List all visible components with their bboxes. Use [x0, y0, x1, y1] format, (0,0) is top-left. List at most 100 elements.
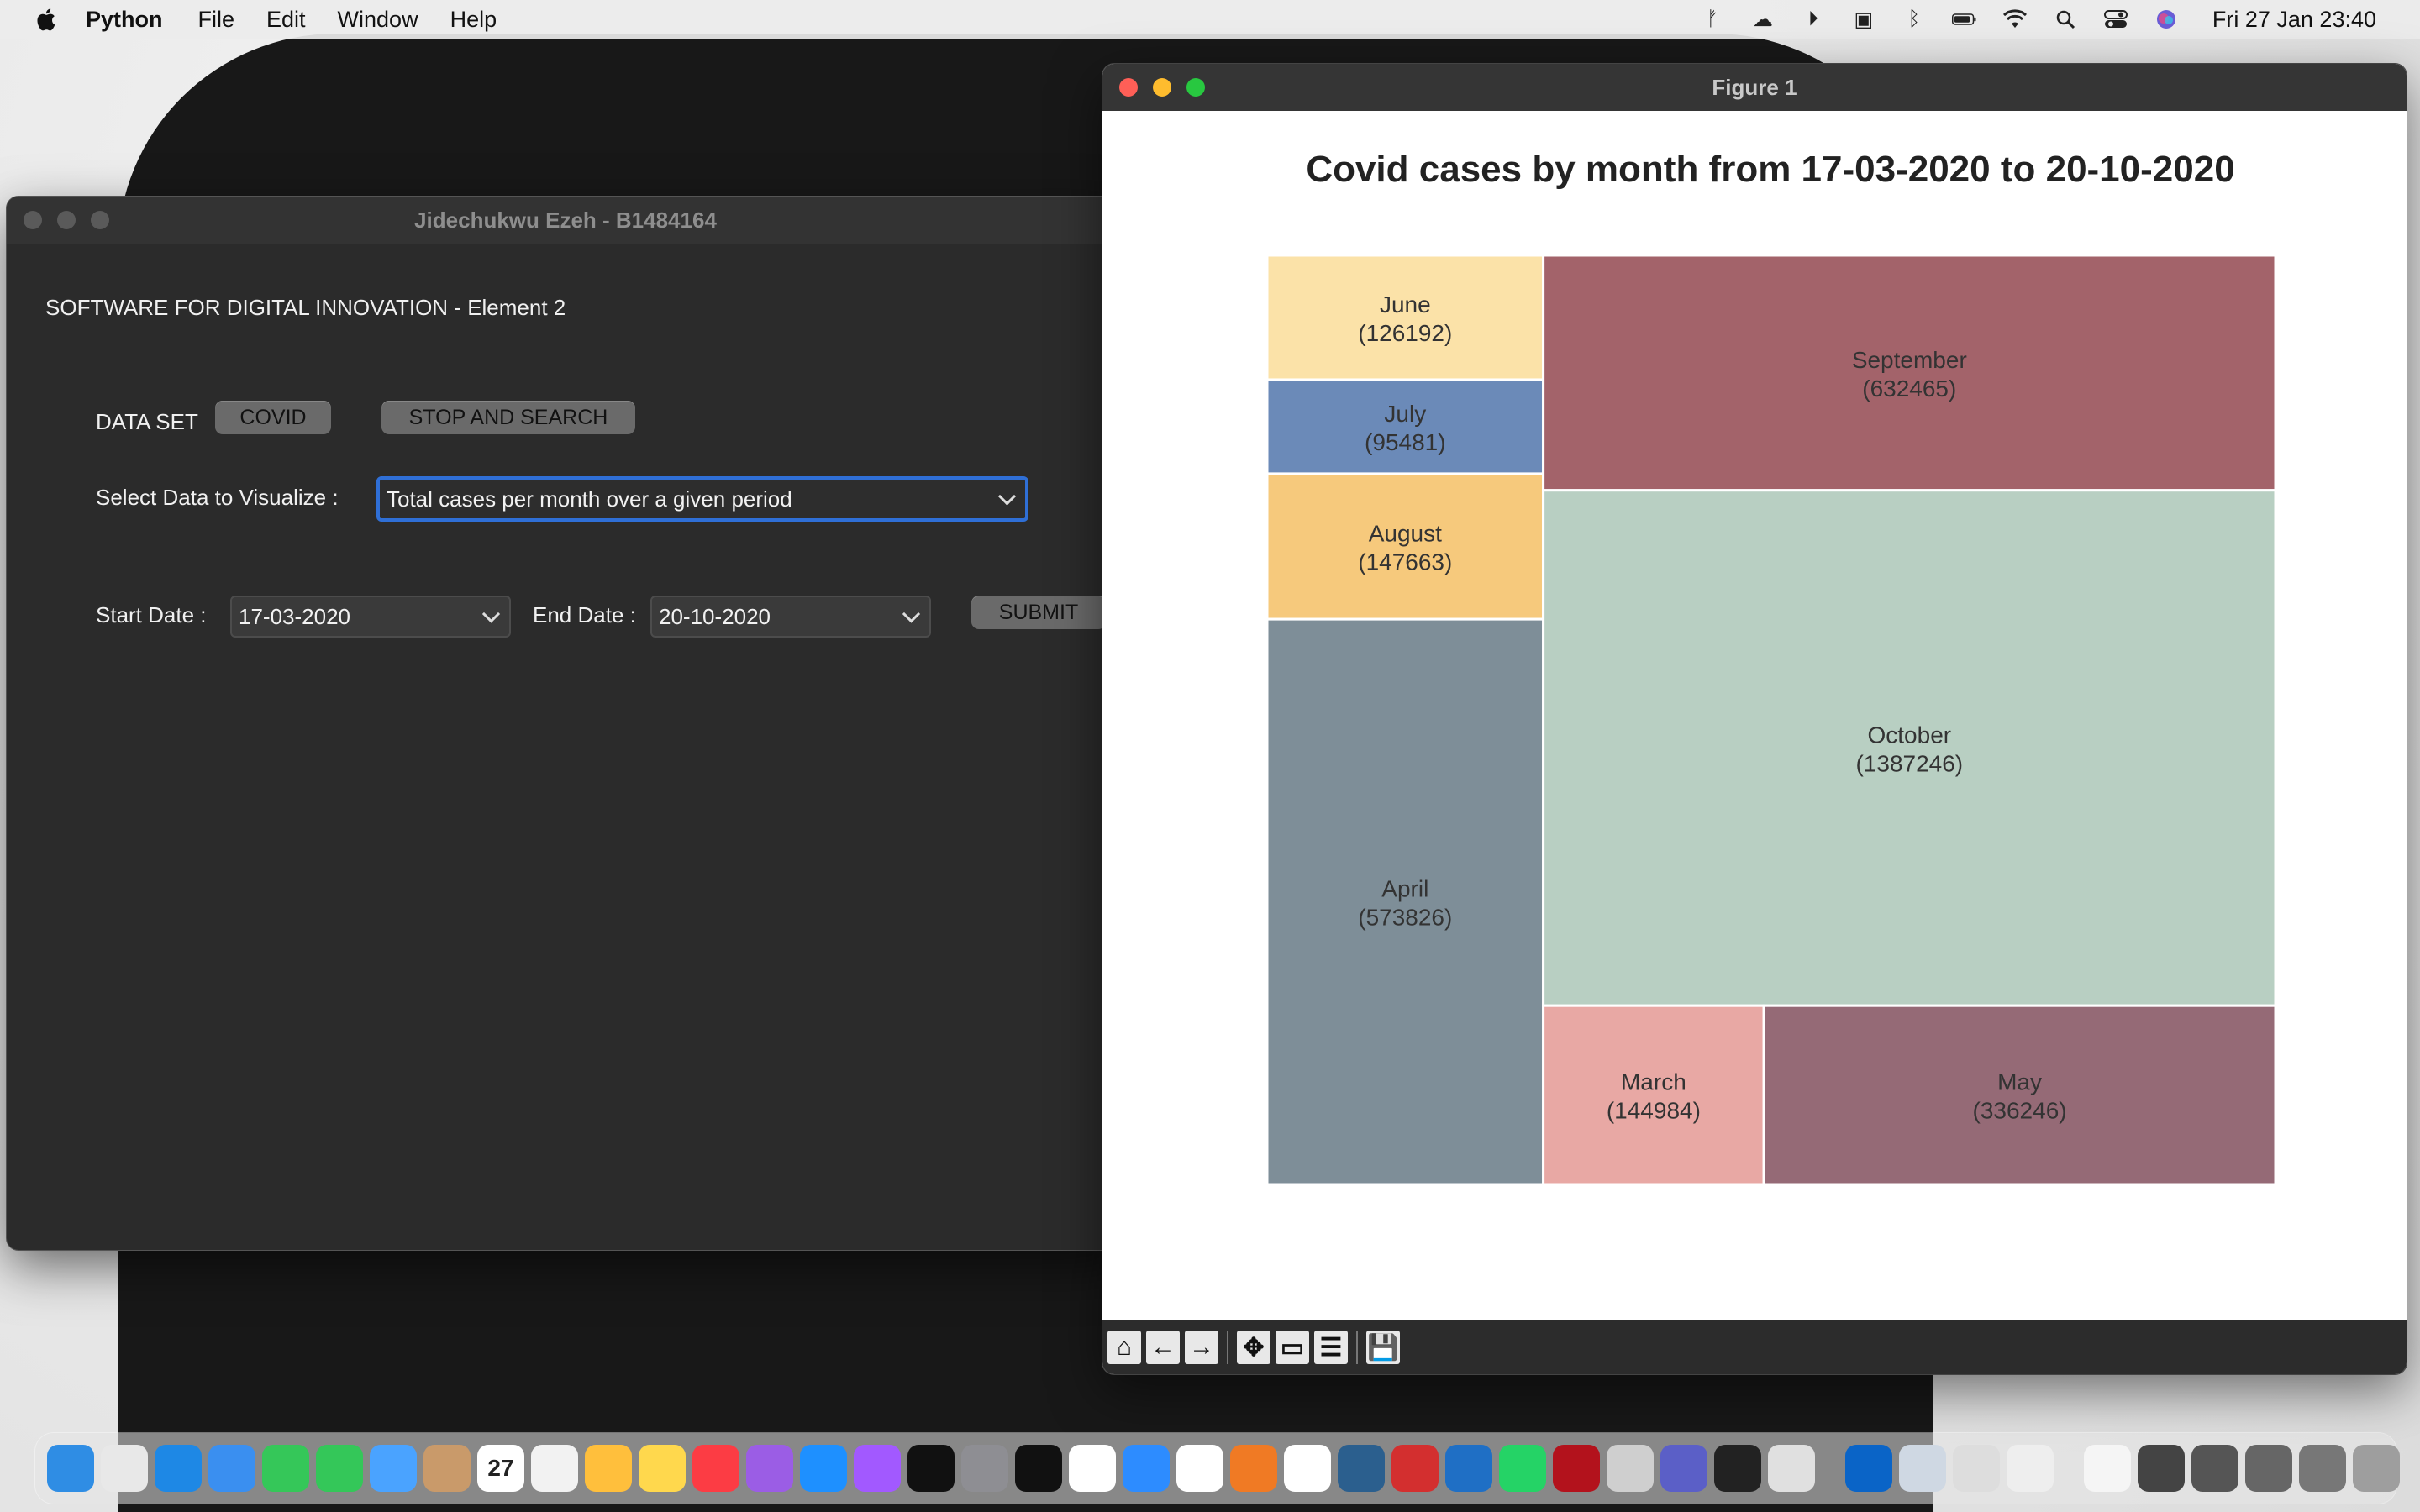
- whatsapp-icon[interactable]: [1499, 1445, 1546, 1492]
- outlook-icon[interactable]: [1845, 1445, 1892, 1492]
- feedback-icon[interactable]: [854, 1445, 901, 1492]
- treemap-label-july: July: [1384, 401, 1426, 427]
- submit-button[interactable]: SUBMIT: [971, 596, 1106, 629]
- chevron-down-icon: [481, 605, 501, 623]
- pages-icon[interactable]: [1230, 1445, 1277, 1492]
- screen-icon[interactable]: ▣: [1851, 8, 1876, 31]
- figure-window-titlebar[interactable]: Figure 1: [1102, 64, 2407, 112]
- toolbar-separator: [1356, 1331, 1358, 1364]
- treemap-label-october: October: [1868, 722, 1952, 748]
- status-area: ᚠ ☁ ⏵ ▣ ᛒ Fri 27 Jan 23:40: [1700, 0, 2376, 39]
- figma-status-icon[interactable]: ᚠ: [1700, 8, 1725, 30]
- menu-help[interactable]: Help: [450, 7, 497, 33]
- podcasts-icon[interactable]: [746, 1445, 793, 1492]
- cloud-weather-icon[interactable]: ☁: [1750, 8, 1776, 31]
- siri-icon[interactable]: [2154, 8, 2179, 30]
- data-visualize-select[interactable]: Total cases per month over a given perio…: [376, 476, 1028, 522]
- notes-icon[interactable]: [639, 1445, 686, 1492]
- document-icon[interactable]: [2084, 1445, 2131, 1492]
- activity-icon[interactable]: [1714, 1445, 1761, 1492]
- home-icon[interactable]: ⌂: [1107, 1331, 1141, 1364]
- end-date-select[interactable]: 20-10-2020: [650, 596, 931, 638]
- finder-window-icon[interactable]: [1953, 1445, 2000, 1492]
- menu-app-name[interactable]: Python: [86, 7, 163, 33]
- treemap-label-june: June: [1380, 291, 1431, 318]
- spotlight-search-icon[interactable]: [2053, 8, 2078, 30]
- app-heading: SOFTWARE FOR DIGITAL INNOVATION - Elemen…: [45, 295, 566, 320]
- window-thumb-3-icon[interactable]: [2245, 1445, 2292, 1492]
- battery-icon[interactable]: [1951, 8, 1977, 30]
- forward-arrow-icon[interactable]: →: [1185, 1331, 1218, 1364]
- play-circle-icon[interactable]: ⏵: [1801, 8, 1826, 30]
- window-thumb-4-icon[interactable]: [2299, 1445, 2346, 1492]
- mysql-icon[interactable]: [1338, 1445, 1385, 1492]
- tv-icon[interactable]: [908, 1445, 955, 1492]
- calendar-icon[interactable]: 27: [477, 1445, 524, 1492]
- system-settings-icon[interactable]: [961, 1445, 1008, 1492]
- treemap-value-august: (147663): [1358, 549, 1452, 575]
- preview-icon[interactable]: [1899, 1445, 1946, 1492]
- start-date-value: 17-03-2020: [239, 603, 350, 629]
- apple-menu-icon[interactable]: [34, 7, 57, 32]
- control-center-icon[interactable]: [2103, 8, 2128, 30]
- menubar-clock[interactable]: Fri 27 Jan 23:40: [2212, 7, 2376, 33]
- figure-toolbar: ⌂ ← → ✥ ▭ ☰ 💾: [1102, 1320, 2407, 1374]
- figma-icon[interactable]: [1069, 1445, 1116, 1492]
- parallels-desktop-icon[interactable]: [1768, 1445, 1815, 1492]
- window-thumb-2-icon[interactable]: [2191, 1445, 2238, 1492]
- configure-subplots-icon[interactable]: ☰: [1314, 1331, 1348, 1364]
- dock: 27: [35, 1433, 2400, 1504]
- treemap-label-may: May: [1997, 1069, 2042, 1095]
- photos-icon[interactable]: [585, 1445, 632, 1492]
- vscode-icon[interactable]: [1445, 1445, 1492, 1492]
- trash-icon[interactable]: [2353, 1445, 2400, 1492]
- chrome-icon[interactable]: [1284, 1445, 1331, 1492]
- parallels-icon[interactable]: [1392, 1445, 1439, 1492]
- figure-canvas[interactable]: Covid cases by month from 17-03-2020 to …: [1102, 111, 2407, 1320]
- app-window-titlebar[interactable]: Jidechukwu Ezeh - B1484164: [7, 197, 1124, 244]
- messages-icon[interactable]: [316, 1445, 363, 1492]
- reminders-icon[interactable]: [531, 1445, 578, 1492]
- wifi-icon[interactable]: [2002, 8, 2028, 30]
- treemap-value-july: (95481): [1365, 429, 1446, 455]
- app-store-icon[interactable]: [800, 1445, 847, 1492]
- menu-file[interactable]: File: [198, 7, 235, 33]
- filezilla-icon[interactable]: [1553, 1445, 1600, 1492]
- dataset-label: DATA SET: [96, 409, 198, 434]
- menu-edit[interactable]: Edit: [266, 7, 306, 33]
- finder-icon[interactable]: [47, 1445, 94, 1492]
- save-icon[interactable]: 💾: [1366, 1331, 1400, 1364]
- zoom-icon[interactable]: [1123, 1445, 1170, 1492]
- zoom-icon[interactable]: ▭: [1276, 1331, 1309, 1364]
- menu-window[interactable]: Window: [338, 7, 418, 33]
- mail-icon[interactable]: [208, 1445, 255, 1492]
- treemap-label-september: September: [1852, 347, 1967, 373]
- end-date-value: 20-10-2020: [659, 603, 771, 629]
- maps-icon[interactable]: [370, 1445, 417, 1492]
- safari-icon[interactable]: [155, 1445, 202, 1492]
- teams-icon[interactable]: [1660, 1445, 1707, 1492]
- binance-icon[interactable]: [1015, 1445, 1062, 1492]
- back-arrow-icon[interactable]: ←: [1146, 1331, 1180, 1364]
- launchpad-icon[interactable]: [101, 1445, 148, 1492]
- chart-title: Covid cases by month from 17-03-2020 to …: [1306, 149, 2234, 190]
- pan-icon[interactable]: ✥: [1237, 1331, 1270, 1364]
- slack-icon[interactable]: [1176, 1445, 1223, 1492]
- plugin-icon[interactable]: [2007, 1445, 2054, 1492]
- treemap-value-september: (632465): [1862, 375, 1956, 402]
- start-date-select[interactable]: 17-03-2020: [230, 596, 511, 638]
- covid-button[interactable]: COVID: [215, 401, 331, 434]
- python-launcher-icon[interactable]: [1607, 1445, 1654, 1492]
- app-window: Jidechukwu Ezeh - B1484164 SOFTWARE FOR …: [7, 197, 1124, 1250]
- facetime-icon[interactable]: [262, 1445, 309, 1492]
- bluetooth-icon[interactable]: ᛒ: [1902, 8, 1927, 30]
- music-icon[interactable]: [692, 1445, 739, 1492]
- app-window-title: Jidechukwu Ezeh - B1484164: [414, 207, 717, 233]
- figure-window-title: Figure 1: [1712, 74, 1797, 100]
- treemap-value-march: (144984): [1607, 1098, 1701, 1124]
- treemap-value-october: (1387246): [1855, 750, 1963, 776]
- stop-and-search-button[interactable]: STOP AND SEARCH: [381, 401, 635, 434]
- contacts-icon[interactable]: [424, 1445, 471, 1492]
- window-thumb-1-icon[interactable]: [2138, 1445, 2185, 1492]
- treemap-value-may: (336246): [1973, 1098, 2067, 1124]
